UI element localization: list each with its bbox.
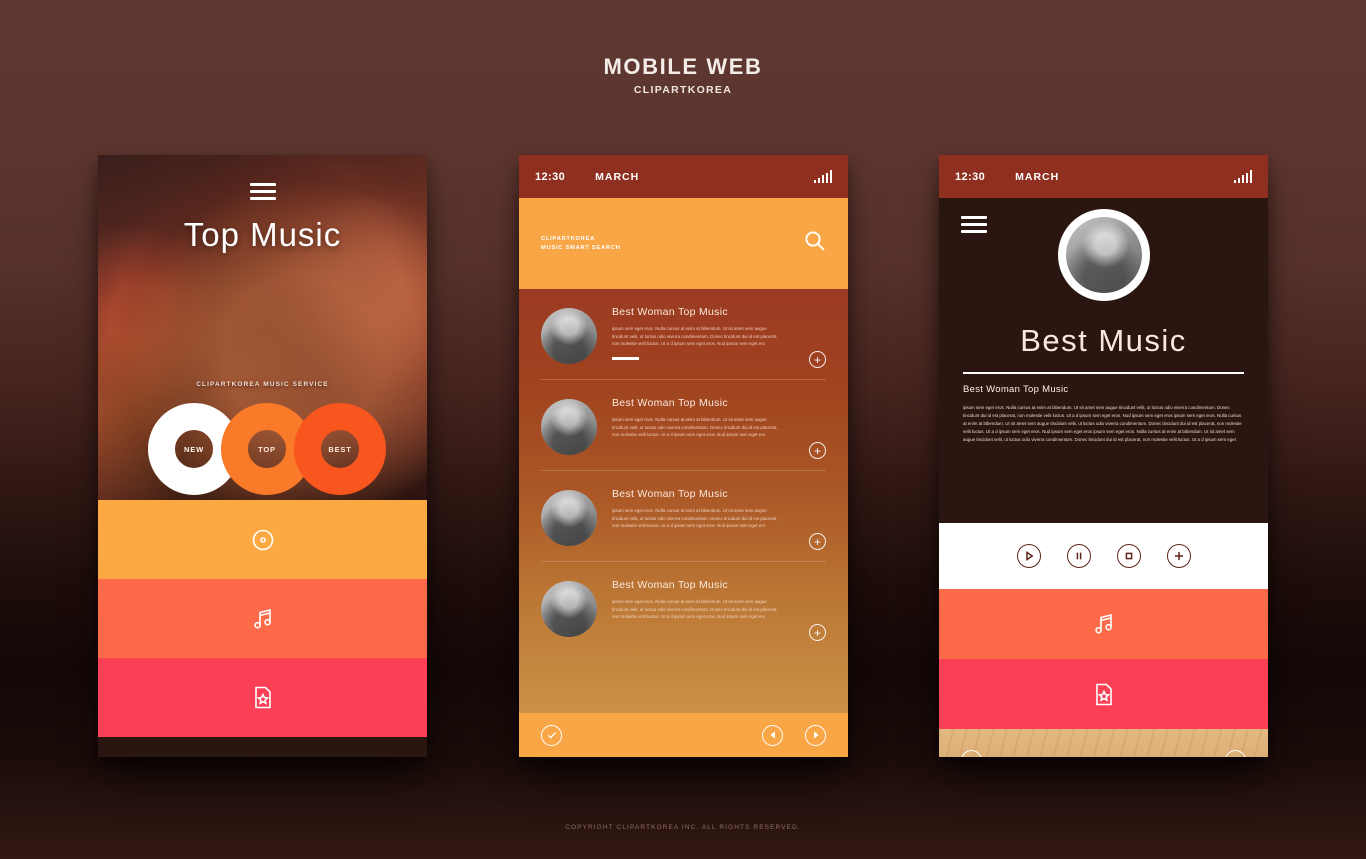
phone-screen-1: Top Music CLIPARTKOREA MUSIC SERVICE NEW…	[98, 155, 427, 757]
page-header: MOBILE WEB CLIPARTKOREA	[0, 54, 1366, 96]
list-item-title: Best Woman Top Music	[612, 397, 728, 409]
list-item[interactable]: Best Woman Top Music ipsum sem eget eros…	[541, 562, 826, 652]
ring-label-top: TOP	[258, 444, 276, 454]
hero-section: Top Music CLIPARTKOREA MUSIC SERVICE NEW…	[98, 155, 427, 500]
play-icon[interactable]	[1016, 544, 1041, 568]
previous-circle-icon[interactable]	[961, 749, 982, 757]
band-document-star[interactable]	[939, 659, 1268, 729]
copyright-text: COPYRIGHT CLIPARTKOREA INC. ALL RIGHTS R…	[565, 824, 801, 831]
previous-circle-icon[interactable]	[762, 724, 783, 746]
search-header-text: CLIPARTKOREA MUSIC SMART SEARCH	[541, 235, 621, 252]
band-music[interactable]	[98, 579, 427, 658]
footer-navbar	[939, 729, 1268, 757]
title-divider	[963, 372, 1244, 374]
band-disc[interactable]	[98, 500, 427, 579]
profile-hero: Best Music Best Woman Top Music ipsum se…	[939, 198, 1268, 523]
screen3-subtitle: Best Woman Top Music	[963, 384, 1069, 395]
list-item-body: Best Woman Top Music ipsum sem eget eros…	[597, 488, 826, 550]
ring-button-best[interactable]: BEST	[294, 403, 386, 495]
list-item-body: Best Woman Top Music ipsum sem eget eros…	[597, 306, 826, 368]
phone-screen-3: 12:30 MARCH Best Music Best Woman Top Mu…	[939, 155, 1268, 757]
list-item-add-button[interactable]: +	[809, 351, 826, 368]
check-circle-icon[interactable]	[541, 724, 562, 746]
list-item-text: ipsum sem eget eros. Nulla cursus at eni…	[612, 508, 778, 529]
stop-icon[interactable]	[1116, 544, 1141, 568]
search-header-line1: CLIPARTKOREA	[541, 236, 596, 243]
list-item-thumbnail	[541, 490, 597, 546]
list-item-add-button[interactable]: +	[809, 624, 826, 641]
list-item-body: Best Woman Top Music ipsum sem eget eros…	[597, 397, 826, 459]
music-list: Best Woman Top Music ipsum sem eget eros…	[519, 289, 848, 713]
screen3-body-text: ipsum sem eget eros. Nulla cursus at eni…	[963, 405, 1242, 442]
ring-button-group: NEW TOP BEST	[148, 403, 388, 495]
bottom-navbar	[519, 713, 848, 757]
music-note-icon	[253, 608, 271, 629]
list-item-title: Best Woman Top Music	[612, 579, 728, 591]
document-star-icon	[254, 686, 271, 709]
disc-icon	[252, 529, 273, 550]
band-music[interactable]	[939, 589, 1268, 659]
screen1-title: Top Music	[183, 216, 342, 253]
next-circle-icon[interactable]	[805, 724, 826, 746]
search-header[interactable]: CLIPARTKOREA MUSIC SMART SEARCH	[519, 198, 848, 289]
statusbar-month: MARCH	[1015, 170, 1060, 183]
list-item-add-button[interactable]: +	[809, 533, 826, 550]
search-header-line2: MUSIC SMART SEARCH	[541, 244, 621, 251]
statusbar: 12:30 MARCH	[519, 155, 848, 198]
page-title: MOBILE WEB	[603, 54, 763, 79]
profile-avatar[interactable]	[1057, 209, 1150, 301]
screen3-title: Best Music	[1020, 323, 1187, 358]
statusbar: 12:30 MARCH	[939, 155, 1268, 198]
list-item-accent	[612, 357, 639, 360]
list-item[interactable]: Best Woman Top Music ipsum sem eget eros…	[541, 289, 826, 380]
search-icon[interactable]	[804, 230, 826, 257]
list-item-text: ipsum sem eget eros. Nulla cursus at eni…	[612, 417, 778, 438]
list-item-thumbnail	[541, 581, 597, 637]
document-star-icon	[1095, 683, 1112, 705]
list-item[interactable]: Best Woman Top Music ipsum sem eget eros…	[541, 471, 826, 562]
ring-label-new: NEW	[184, 444, 204, 454]
list-item-text: ipsum sem eget eros. Nulla cursus at eni…	[612, 599, 778, 620]
list-item-add-button[interactable]: +	[809, 442, 826, 459]
list-item-title: Best Woman Top Music	[612, 488, 728, 500]
phone-screen-2: 12:30 MARCH CLIPARTKOREA MUSIC SMART SEA…	[519, 155, 848, 757]
statusbar-month: MARCH	[595, 170, 640, 183]
music-note-icon	[1094, 613, 1112, 634]
list-item-thumbnail	[541, 308, 597, 364]
hamburger-menu-icon[interactable]	[249, 183, 276, 200]
list-item-title: Best Woman Top Music	[612, 306, 728, 318]
screen1-caption: CLIPARTKOREA MUSIC SERVICE	[196, 381, 329, 388]
list-item-body: Best Woman Top Music ipsum sem eget eros…	[597, 579, 826, 641]
list-item-text: ipsum sem eget eros. Nulla cursus at eni…	[612, 326, 778, 347]
add-icon[interactable]	[1166, 544, 1191, 568]
band-document-star[interactable]	[98, 658, 427, 737]
next-circle-icon[interactable]	[1225, 749, 1246, 757]
statusbar-time: 12:30	[535, 170, 566, 183]
signal-bars-icon	[1233, 170, 1252, 183]
list-item[interactable]: Best Woman Top Music ipsum sem eget eros…	[541, 380, 826, 471]
signal-bars-icon	[813, 170, 832, 183]
list-item-thumbnail	[541, 399, 597, 455]
pause-icon[interactable]	[1066, 544, 1091, 568]
player-controls	[939, 523, 1268, 589]
ring-label-best: BEST	[328, 444, 352, 454]
page-subtitle: CLIPARTKOREA	[633, 84, 733, 96]
hamburger-menu-icon[interactable]	[961, 216, 987, 233]
statusbar-time: 12:30	[955, 170, 986, 183]
